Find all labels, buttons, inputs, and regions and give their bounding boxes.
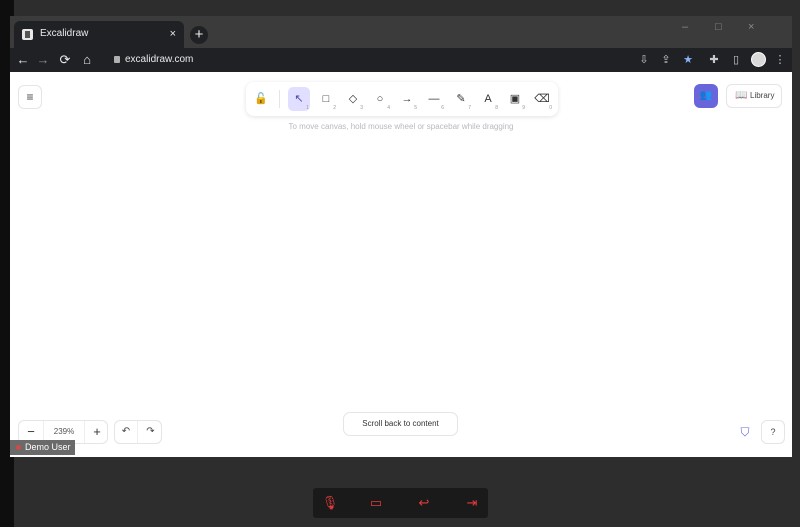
line-icon: — xyxy=(428,93,440,105)
text-icon: A xyxy=(484,93,492,105)
share-icon[interactable]: ⇪ xyxy=(658,52,674,68)
tool-draw-button[interactable]: ✎ 7 xyxy=(450,87,472,111)
tool-shortcut-key: 4 xyxy=(387,105,390,111)
tool-selection-button[interactable]: ↖ 1 xyxy=(288,87,310,111)
close-window-button[interactable]: × xyxy=(748,21,754,33)
undo-button[interactable]: ↶ xyxy=(115,421,138,443)
shape-toolbar: 🔓 ↖ 1 □ 2 ◇ 3 ○ 4 → 5—6 ✎ 7 A 8 ▣ 9 ⌫ 0 xyxy=(246,82,558,116)
back-icon[interactable]: ← xyxy=(14,51,32,69)
toolbar-divider xyxy=(279,90,280,108)
tool-shortcut-key: 1 xyxy=(306,105,309,111)
side-panel-icon[interactable]: ▯ xyxy=(728,52,744,68)
tab-bar: Excalidraw × + – □ × xyxy=(10,16,792,48)
shield-icon[interactable]: ⛉ xyxy=(738,425,752,439)
main-menu-button[interactable]: ≡ xyxy=(18,85,42,109)
user-name: Demo User xyxy=(25,442,71,452)
tool-ellipse-button[interactable]: ○ 4 xyxy=(369,87,391,111)
undo-redo-controls: ↶ ↷ xyxy=(114,420,162,444)
camera-off-icon[interactable]: ▭ xyxy=(367,494,385,512)
tab-title: Excalidraw xyxy=(40,28,89,39)
reload-icon[interactable]: ⟳ xyxy=(56,51,74,69)
tool-line-button[interactable]: —6 xyxy=(423,87,445,111)
profile-avatar[interactable] xyxy=(751,52,766,67)
lock-icon[interactable] xyxy=(114,56,120,63)
reply-icon[interactable]: ↩ xyxy=(415,494,433,512)
tool-arrow-button[interactable]: → 5 xyxy=(396,87,418,111)
tool-diamond-button[interactable]: ◇ 3 xyxy=(342,87,364,111)
browser-window: Excalidraw × + – □ × ← → ⟳ ⌂ excalidraw.… xyxy=(10,16,792,457)
tool-shortcut-key: 9 xyxy=(522,105,525,111)
address-bar[interactable]: excalidraw.com xyxy=(106,50,696,70)
selection-icon: ↖ xyxy=(294,93,304,105)
tool-shortcut-key: 2 xyxy=(333,105,336,111)
tool-shortcut-key: 8 xyxy=(495,105,498,111)
bookmark-star-icon[interactable]: ★ xyxy=(680,52,696,68)
drawing-canvas[interactable]: ≡ 🔓 ↖ 1 □ 2 ◇ 3 ○ 4 → 5—6 ✎ 7 A 8 ▣ 9 ⌫ 0 To move canvas,… xyxy=(10,72,792,457)
mic-off-icon[interactable]: 🎙 xyxy=(321,494,339,512)
leave-call-icon[interactable]: ⇥ xyxy=(463,494,481,512)
tool-shortcut-key: 0 xyxy=(549,105,552,111)
library-button[interactable]: 📖 Library xyxy=(726,84,782,108)
browser-toolbar: ← → ⟳ ⌂ excalidraw.com ⇩ ⇪ ★ ✚ ▯ ⋮ xyxy=(10,48,792,72)
user-label: Demo User xyxy=(10,440,75,455)
tool-rectangle-button[interactable]: □ 2 xyxy=(315,87,337,111)
home-icon[interactable]: ⌂ xyxy=(78,51,96,69)
url-text: excalidraw.com xyxy=(125,54,194,65)
restore-button[interactable]: □ xyxy=(715,21,722,33)
ellipse-icon: ○ xyxy=(376,93,384,105)
excalidraw-favicon-icon xyxy=(22,29,33,40)
live-collaboration-button[interactable]: 👥 xyxy=(694,84,718,108)
redo-button[interactable]: ↷ xyxy=(139,421,162,443)
canvas-hint: To move canvas, hold mouse wheel or spac… xyxy=(288,122,514,131)
tool-shortcut-key: 3 xyxy=(360,105,363,111)
eraser-icon: ⌫ xyxy=(534,93,550,105)
install-icon[interactable]: ⇩ xyxy=(636,52,652,68)
diamond-icon: ◇ xyxy=(348,93,358,105)
library-label: Library xyxy=(750,91,775,100)
draw-icon: ✎ xyxy=(456,93,466,105)
lock-tool-icon[interactable]: 🔓 xyxy=(250,87,272,111)
tool-shortcut-key: 5 xyxy=(414,105,417,111)
extensions-icon[interactable]: ✚ xyxy=(706,52,722,68)
user-cursor-dot xyxy=(16,445,21,451)
minimize-button[interactable]: – xyxy=(682,21,688,33)
screen-background: Excalidraw × + – □ × ← → ⟳ ⌂ excalidraw.… xyxy=(0,0,800,527)
zoom-in-button[interactable]: + xyxy=(85,421,109,443)
help-button[interactable]: ? xyxy=(761,420,785,444)
tool-text-button[interactable]: A8 xyxy=(477,87,499,111)
tab-close-icon[interactable]: × xyxy=(170,27,176,41)
arrow-icon: → xyxy=(401,93,413,105)
image-icon: ▣ xyxy=(509,93,521,105)
tool-image-button[interactable]: ▣ 9 xyxy=(504,87,526,111)
rectangle-icon: □ xyxy=(322,93,330,105)
scroll-back-button[interactable]: Scroll back to content xyxy=(343,412,458,436)
tool-shortcut-key: 6 xyxy=(441,105,444,111)
tab-excalidraw[interactable]: Excalidraw × xyxy=(14,21,184,48)
library-book-icon: 📖 xyxy=(735,90,748,101)
browser-menu-icon[interactable]: ⋮ xyxy=(772,52,788,68)
tool-eraser-button[interactable]: ⌫ 0 xyxy=(531,87,553,111)
call-controls-bar: 🎙 ▭ ↩ ⇥ xyxy=(313,488,488,518)
new-tab-button[interactable]: + xyxy=(190,26,208,44)
tool-shortcut-key: 7 xyxy=(468,105,471,111)
forward-icon[interactable]: → xyxy=(34,51,52,69)
